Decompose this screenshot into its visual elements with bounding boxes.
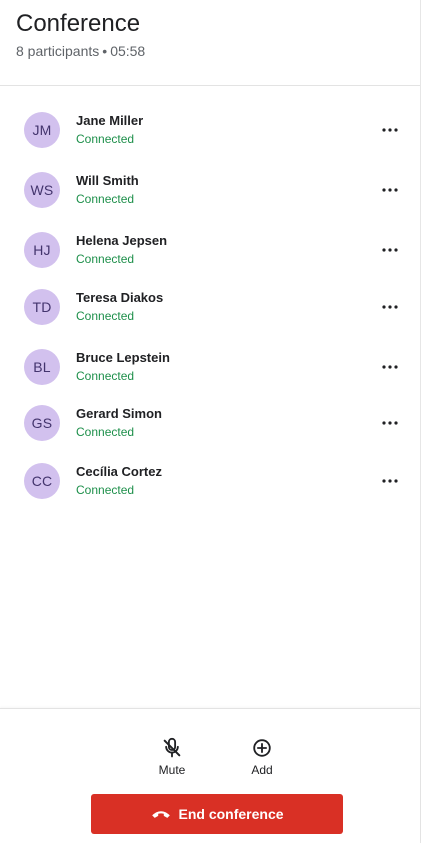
participant-status: Connected [76,132,135,146]
participant-name: Jane Miller [76,113,144,128]
participant-status: Connected [76,252,135,266]
avatar: HJ [24,232,60,268]
conference-panel: Conference 8 participants • 05:58 JM Jane … [0,0,421,844]
more-horizontal-icon [382,248,398,252]
add-circle-icon [253,739,271,757]
more-options-button[interactable] [378,471,402,491]
more-horizontal-icon [382,421,398,425]
participant-row: GS Gerard Simon Connected [0,393,420,451]
more-options-button[interactable] [378,120,402,140]
participant-row: WS Will Smith Connected [0,160,420,218]
more-horizontal-icon [382,305,398,309]
more-horizontal-icon [382,188,398,192]
end-conference-label: End conference [178,806,284,822]
participant-status: Connected [76,192,135,206]
participant-name: Helena Jepsen [76,233,168,248]
phone-hangup-icon [150,805,172,823]
end-conference-button[interactable]: End conference [91,794,343,834]
avatar: CC [24,463,60,499]
mic-off-icon [163,737,181,758]
more-horizontal-icon [382,365,398,369]
call-timer: 05:58 [110,43,146,59]
participant-name: Gerard Simon [76,406,162,421]
participant-list: JM Jane Miller Connected WS Will Smith C… [0,100,420,506]
more-horizontal-icon [382,128,398,132]
participant-row: BL Bruce Lepstein Connected [0,337,420,395]
avatar: BL [24,349,60,385]
more-options-button[interactable] [378,180,402,200]
participant-name: Will Smith [76,173,139,188]
participant-row: HJ Helena Jepsen Connected [0,220,420,278]
participant-status: Connected [76,425,135,439]
participant-status: Connected [76,483,135,497]
participant-name: Bruce Lepstein [76,350,170,365]
more-options-button[interactable] [378,297,402,317]
participant-status: Connected [76,369,135,383]
add-participant-button[interactable]: Add [232,737,292,779]
page-title: Conference [16,10,141,37]
participant-row: JM Jane Miller Connected [0,100,420,158]
mute-button[interactable]: Mute [142,737,202,779]
participant-row: CC Cecília Cortez Connected [0,451,420,509]
participant-status: Connected [76,309,135,323]
more-options-button[interactable] [378,240,402,260]
avatar: JM [24,112,60,148]
conference-header: Conference 8 participants • 05:58 [0,0,420,86]
participant-row: TD Teresa Diakos Connected [0,277,420,335]
more-options-button[interactable] [378,357,402,377]
call-controls: Mute Add End conference [0,708,420,844]
participant-name: Cecília Cortez [76,464,162,479]
participant-count: 8 participants [16,43,100,59]
more-horizontal-icon [382,479,398,483]
summary-separator: • [102,43,108,59]
mute-label: Mute [158,763,186,777]
conference-summary: 8 participants • 05:58 [16,42,145,60]
avatar: GS [24,405,60,441]
avatar: WS [24,172,60,208]
more-options-button[interactable] [378,413,402,433]
add-label: Add [251,763,273,777]
avatar: TD [24,289,60,325]
participant-name: Teresa Diakos [76,290,164,305]
